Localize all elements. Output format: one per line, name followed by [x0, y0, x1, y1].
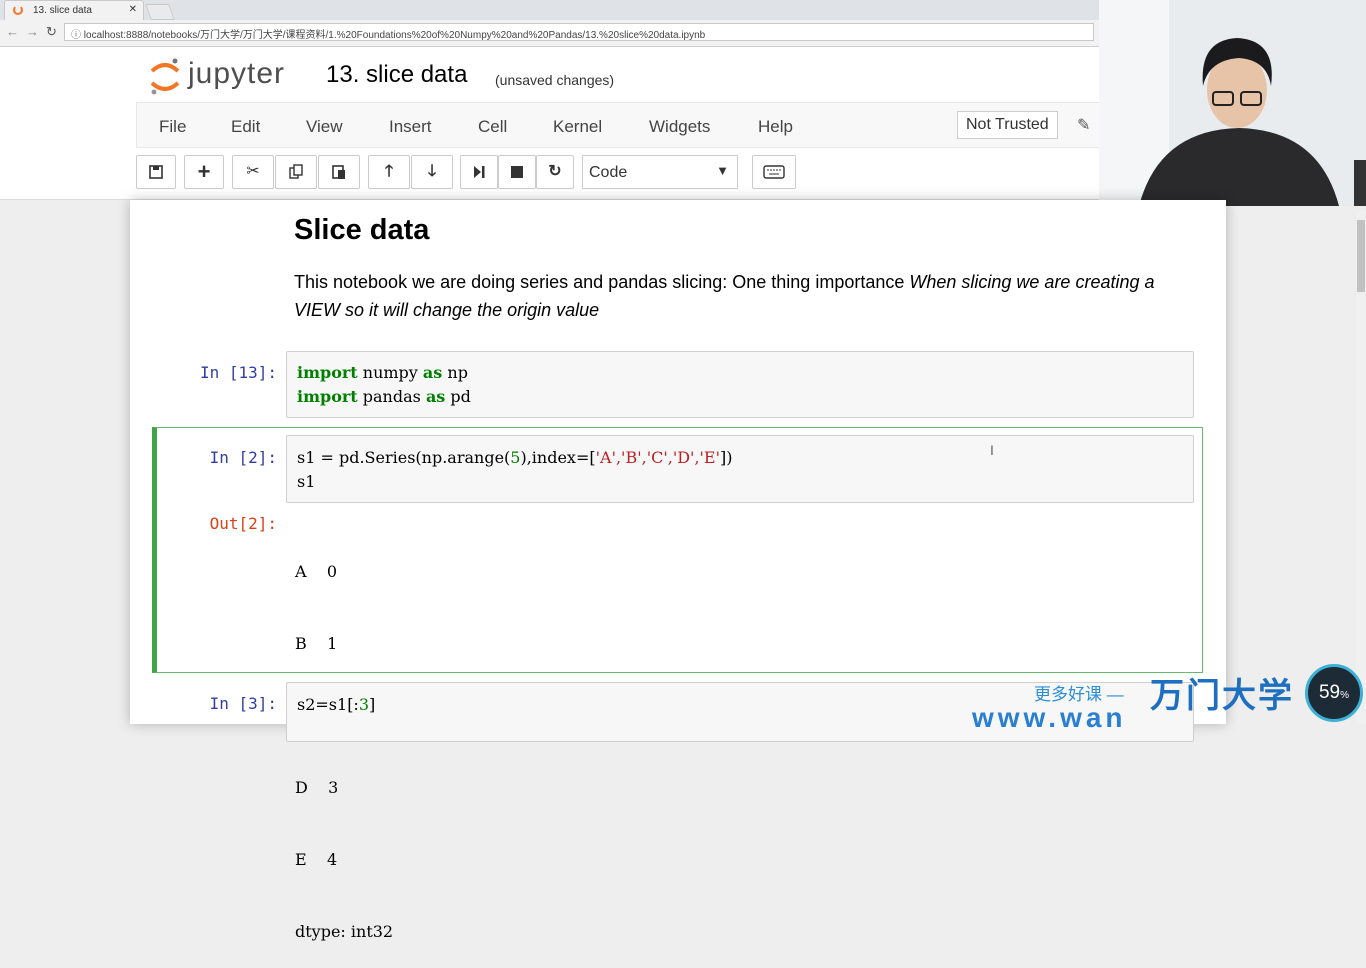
menu-widgets[interactable]: Widgets: [649, 117, 710, 137]
cell-type-select[interactable]: Code ▼: [582, 155, 738, 189]
save-status: (unsaved changes): [495, 72, 615, 88]
command-palette-button[interactable]: [752, 155, 796, 189]
url-field[interactable]: ⓘ localhost:8888/notebooks/万门大学/万门大学/课程资…: [64, 23, 1094, 41]
arrow-down-icon: 🡓: [427, 163, 437, 180]
arrow-up-icon: 🡑: [384, 163, 394, 180]
code-line: import numpy as np: [297, 363, 468, 382]
browser-tab[interactable]: 13. slice data ✕: [4, 0, 144, 20]
gauge-value: 59: [1318, 682, 1341, 703]
markdown-text: This notebook we are doing series and pa…: [294, 272, 910, 292]
restart-icon: ↻: [548, 163, 562, 180]
run-icon: [474, 166, 485, 178]
menu-help[interactable]: Help: [758, 117, 793, 137]
back-icon[interactable]: ←: [6, 24, 19, 39]
save-icon: [149, 165, 163, 179]
move-up-button[interactable]: 🡑: [368, 155, 410, 189]
copy-button[interactable]: [275, 155, 317, 189]
keyboard-icon: [763, 165, 785, 179]
page-scrollbar[interactable]: [1356, 210, 1366, 724]
input-prompt: In [2]:: [209, 448, 277, 467]
copy-icon: [289, 164, 303, 179]
code-line: import pandas as pd: [297, 387, 471, 406]
scrollbar-thumb[interactable]: [1357, 220, 1365, 292]
markdown-paragraph: This notebook we are doing series and pa…: [294, 268, 1194, 324]
menu-view[interactable]: View: [306, 117, 343, 137]
info-icon: ⓘ: [71, 30, 84, 41]
output-row: A 0: [295, 562, 338, 581]
input-prompt: In [13]:: [199, 363, 277, 382]
insert-cell-button[interactable]: +: [184, 155, 224, 189]
save-button[interactable]: [136, 155, 176, 189]
menu-insert[interactable]: Insert: [389, 117, 432, 137]
dropdown-arrow-icon: ▼: [716, 163, 729, 178]
move-down-button[interactable]: 🡓: [411, 155, 453, 189]
gauge-unit: %: [1340, 690, 1350, 701]
interrupt-button[interactable]: [498, 155, 536, 189]
jupyter-logo-icon: [150, 58, 180, 95]
stop-icon: [511, 166, 523, 178]
restart-button[interactable]: ↻: [536, 155, 574, 189]
code-line: s1: [297, 472, 316, 491]
paste-button[interactable]: [318, 155, 360, 189]
code-cell-input[interactable]: s1 = pd.Series(np.arange(5),index=['A','…: [286, 435, 1194, 503]
cell-type-value: Code: [589, 164, 628, 181]
notebook-name[interactable]: 13. slice data: [326, 61, 467, 89]
code-cell-input[interactable]: import numpy as np import pandas as pd: [286, 351, 1194, 418]
jupyter-logo-text: jupyter: [188, 57, 286, 90]
input-prompt: In [3]:: [209, 694, 277, 713]
menu-edit[interactable]: Edit: [231, 117, 260, 137]
jupyter-favicon-icon: [13, 5, 23, 15]
output-dtype: dtype: int32: [295, 922, 394, 941]
performance-gauge: 59%: [1305, 664, 1363, 722]
output-row: E 4: [295, 850, 338, 869]
reload-icon[interactable]: ↻: [46, 24, 57, 40]
url-text: localhost:8888/notebooks/万门大学/万门大学/课程资料/…: [83, 30, 706, 41]
output-row: D 3: [295, 778, 339, 797]
cut-icon: ✂: [246, 163, 260, 180]
webcam-video: [1099, 0, 1366, 206]
forward-icon[interactable]: →: [26, 24, 39, 39]
menu-bar: File Edit View Insert Cell Kernel Widget…: [136, 102, 1108, 148]
menu-cell[interactable]: Cell: [478, 117, 507, 137]
code-line: s2=s1[:3]: [297, 695, 376, 714]
new-tab-button[interactable]: [145, 4, 175, 20]
run-button[interactable]: [460, 155, 498, 189]
watermark-url: www.wan: [972, 702, 1127, 733]
output-row: B 1: [295, 634, 338, 653]
watermark-brand: 万门大学: [1150, 676, 1294, 716]
menu-file[interactable]: File: [159, 117, 186, 137]
output-prompt: Out[2]:: [209, 514, 277, 533]
menu-kernel[interactable]: Kernel: [553, 117, 602, 137]
tab-title: 13. slice data: [33, 5, 92, 16]
paste-icon: [332, 165, 345, 179]
tab-close-icon[interactable]: ✕: [129, 4, 137, 15]
cut-button[interactable]: ✂: [232, 155, 274, 189]
not-trusted-button[interactable]: Not Trusted: [957, 111, 1058, 139]
markdown-heading: Slice data: [294, 214, 430, 246]
code-line: s1 = pd.Series(np.arange(5),index=['A','…: [297, 448, 733, 467]
pencil-icon[interactable]: ✎: [1077, 115, 1090, 135]
presenter-image: [1099, 0, 1366, 206]
text-cursor-icon: I: [990, 442, 994, 458]
plus-icon: +: [197, 159, 211, 184]
jupyter-logo[interactable]: jupyter: [148, 55, 308, 97]
